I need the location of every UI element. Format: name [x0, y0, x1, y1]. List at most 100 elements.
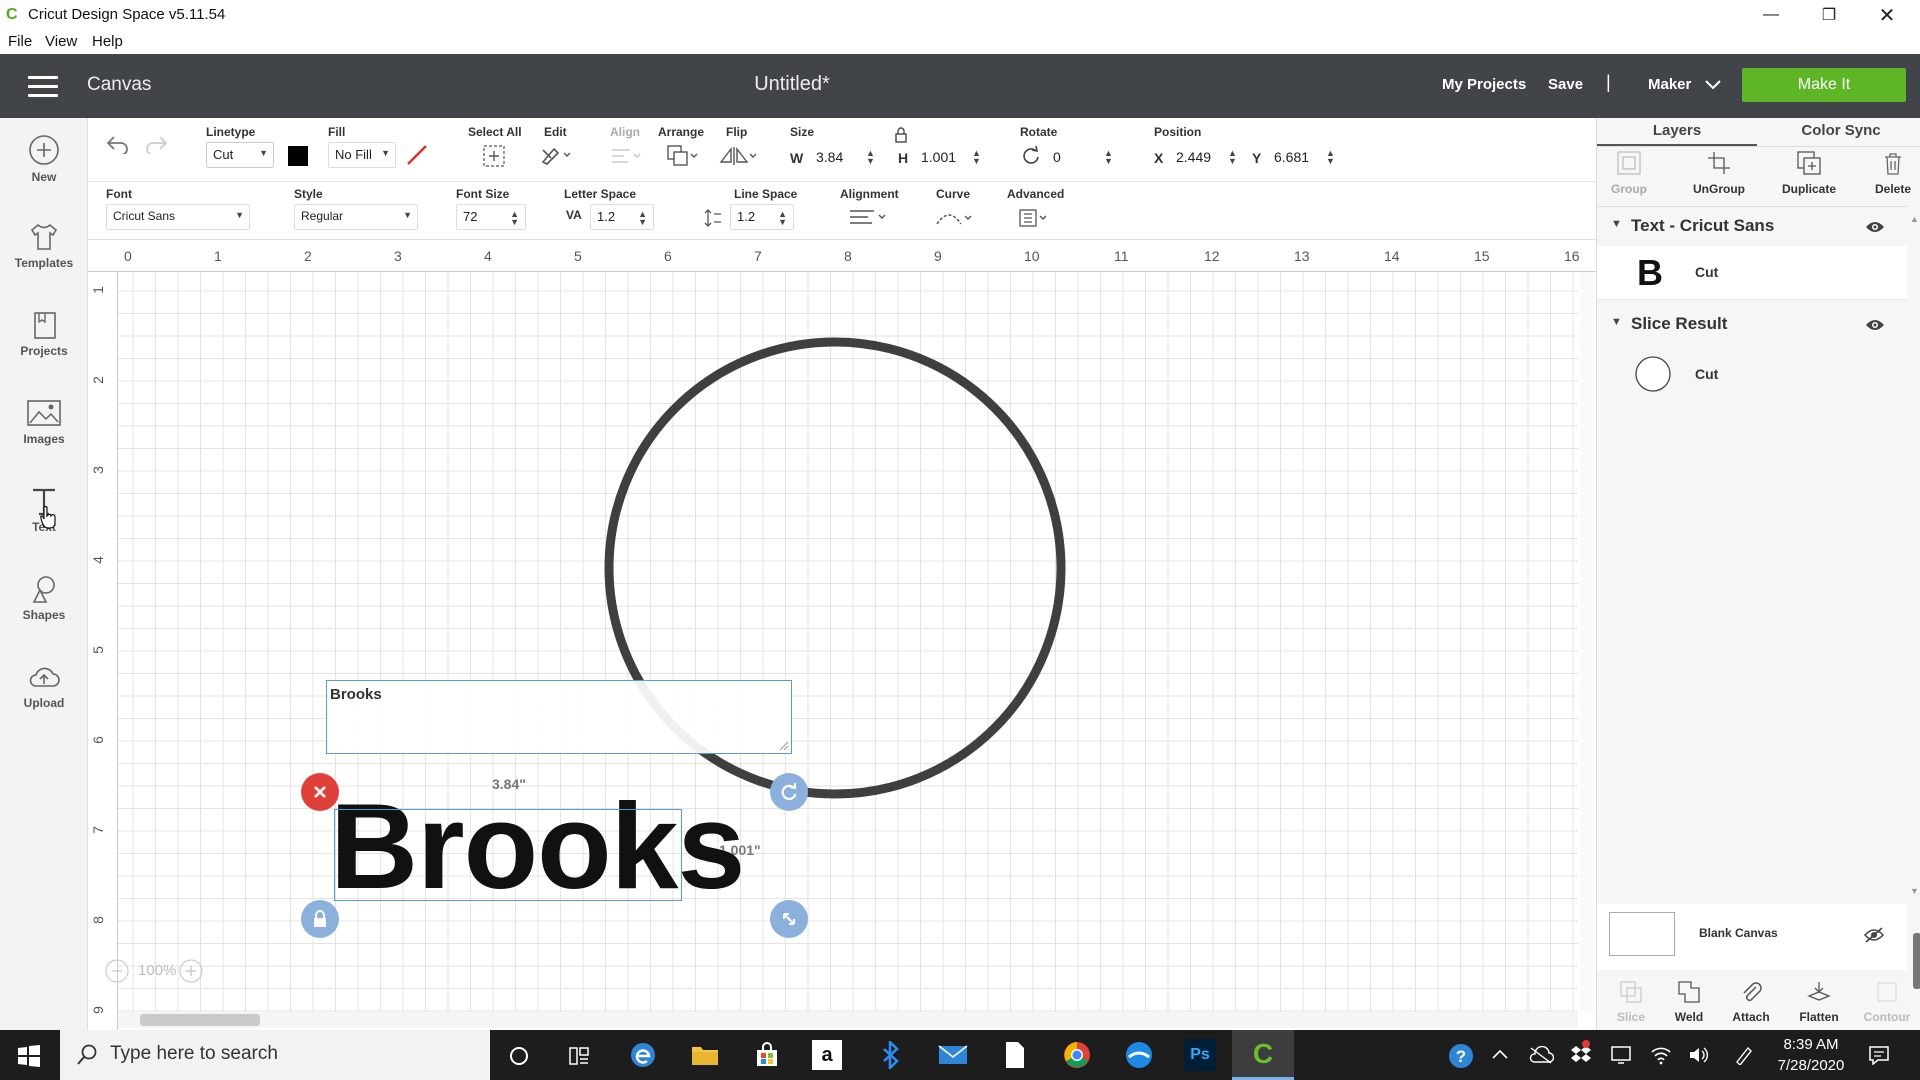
display-icon[interactable] — [1610, 1045, 1632, 1065]
save-link[interactable]: Save — [1548, 76, 1583, 93]
tab-layers[interactable]: Layers — [1597, 118, 1757, 146]
make-it-button[interactable]: Make It — [1742, 68, 1906, 102]
redo-icon[interactable] — [144, 134, 168, 154]
mail-icon[interactable] — [936, 1038, 970, 1072]
design-canvas[interactable]: 0 1 2 3 4 5 6 7 8 9 10 11 12 13 14 15 16 123456789 Brook… — [88, 240, 1596, 1030]
width-input[interactable]: 3.84 — [816, 149, 843, 165]
letter-space-input[interactable]: 1.2 ▲ ▼ — [590, 204, 654, 230]
cricut-taskbar-icon[interactable]: C — [1232, 1030, 1294, 1080]
horizontal-scrollbar[interactable] — [118, 1012, 1578, 1028]
photoshop-icon[interactable]: Ps — [1184, 1039, 1216, 1071]
wifi-icon[interactable] — [1650, 1045, 1672, 1065]
restore-button[interactable]: ❐ — [1800, 0, 1858, 30]
linetype-select[interactable]: Cut ▼ — [206, 142, 274, 168]
group-button[interactable]: Group — [1589, 150, 1669, 196]
windows-start-icon[interactable] — [18, 1045, 40, 1067]
layer-item-slice[interactable]: Cut — [1597, 348, 1907, 402]
resize-handle[interactable] — [770, 900, 808, 938]
contour-button[interactable]: Contour — [1853, 980, 1920, 1024]
sidebar-item-images[interactable]: Images — [0, 384, 88, 464]
ungroup-button[interactable]: UnGroup — [1679, 150, 1759, 196]
layer-item-text[interactable]: B Cut — [1597, 246, 1907, 300]
caret-down-icon[interactable]: ▼ — [1611, 316, 1622, 328]
duplicate-button[interactable]: Duplicate — [1769, 150, 1849, 196]
x-position-input[interactable]: 2.449 — [1176, 149, 1211, 165]
font-select[interactable]: Cricut Sans ▼ — [106, 204, 250, 230]
text-align-icon[interactable] — [848, 208, 890, 228]
flatten-button[interactable]: Flatten — [1785, 980, 1853, 1024]
y-position-stepper[interactable]: ▲ ▼ — [1326, 149, 1335, 166]
menu-file[interactable]: File — [8, 33, 32, 50]
height-stepper[interactable]: ▲ ▼ — [972, 149, 981, 166]
flip-icon[interactable] — [718, 144, 758, 168]
file-explorer-icon[interactable] — [688, 1038, 722, 1072]
chevron-down-icon[interactable] — [1705, 80, 1721, 90]
rotate-handle[interactable] — [770, 773, 808, 811]
sidebar-item-upload[interactable]: Upload — [0, 648, 88, 728]
undo-icon[interactable] — [106, 134, 130, 154]
height-input[interactable]: 1.001 — [921, 149, 956, 165]
chevron-up-icon[interactable] — [1492, 1048, 1508, 1060]
y-position-input[interactable]: 6.681 — [1274, 149, 1309, 165]
blank-canvas-swatch[interactable] — [1609, 912, 1675, 956]
vertical-scrollbar[interactable] — [1580, 272, 1594, 1012]
cortana-icon[interactable] — [508, 1045, 530, 1067]
style-select[interactable]: Regular ▼ — [294, 204, 418, 230]
lock-ratio-icon[interactable] — [894, 127, 908, 143]
sidebar-item-templates[interactable]: Templates — [0, 208, 88, 288]
eye-icon[interactable] — [1865, 318, 1885, 332]
rotate-input[interactable]: 0 — [1053, 149, 1061, 165]
attach-button[interactable]: Attach — [1717, 980, 1785, 1024]
weld-button[interactable]: Weld — [1655, 980, 1723, 1024]
layers-scrollbar[interactable]: ▲ ▼ — [1907, 214, 1920, 1014]
edge-icon[interactable] — [626, 1038, 660, 1072]
task-view-icon[interactable] — [568, 1045, 590, 1067]
sidebar-item-new[interactable]: New — [0, 120, 88, 200]
system-clock[interactable]: 8:39 AM 7/28/2020 — [1766, 1034, 1856, 1076]
eye-icon[interactable] — [1865, 220, 1885, 234]
bluetooth-app-icon[interactable] — [874, 1038, 908, 1072]
tab-color-sync[interactable]: Color Sync — [1761, 118, 1920, 146]
menu-help[interactable]: Help — [92, 33, 123, 50]
zoom-in-icon[interactable] — [178, 958, 204, 984]
advanced-icon[interactable] — [1018, 208, 1054, 228]
machine-select[interactable]: Maker — [1648, 76, 1691, 93]
no-fill-swatch-icon[interactable] — [406, 144, 428, 166]
layer-group-slice[interactable]: ▼ Slice Result — [1597, 306, 1907, 346]
resize-grip-icon[interactable] — [779, 741, 789, 751]
store-icon[interactable] — [750, 1038, 784, 1072]
volume-icon[interactable] — [1688, 1045, 1710, 1065]
zoom-out-icon[interactable] — [104, 958, 130, 984]
align-icon[interactable] — [610, 146, 644, 166]
text-edit-value[interactable]: Brooks — [330, 686, 382, 703]
delete-button[interactable]: Delete — [1853, 150, 1920, 196]
pen-icon[interactable] — [1734, 1045, 1754, 1065]
help-icon[interactable]: ? — [1448, 1043, 1474, 1069]
thunderbird-icon[interactable] — [1122, 1038, 1156, 1072]
line-space-input[interactable]: 1.2 ▲ ▼ — [730, 204, 794, 230]
rotate-stepper[interactable]: ▲ ▼ — [1104, 149, 1113, 166]
edit-icon[interactable] — [540, 144, 574, 166]
sidebar-item-shapes[interactable]: Shapes — [0, 560, 88, 640]
close-window-button[interactable]: ✕ — [1858, 0, 1916, 30]
scrollbar-thumb[interactable] — [140, 1014, 260, 1026]
layer-group-text[interactable]: ▼ Text - Cricut Sans — [1597, 210, 1907, 250]
linetype-color-swatch[interactable] — [288, 146, 308, 166]
select-all-icon[interactable] — [482, 144, 506, 168]
eye-off-icon[interactable] — [1863, 926, 1885, 944]
dropbox-icon[interactable] — [1570, 1045, 1592, 1065]
curve-icon[interactable] — [934, 208, 974, 228]
text-edit-box[interactable]: Brooks — [326, 680, 792, 754]
arrange-icon[interactable] — [666, 144, 700, 168]
font-size-input[interactable]: 72 ▲ ▼ — [456, 204, 526, 230]
fill-select[interactable]: No Fill ▼ — [328, 142, 396, 168]
sidebar-item-projects[interactable]: Projects — [0, 296, 88, 376]
blank-canvas-row[interactable]: Blank Canvas — [1597, 904, 1907, 970]
cloud-icon[interactable] — [1528, 1046, 1554, 1064]
taskbar-search-box[interactable]: Type here to search — [60, 1030, 490, 1080]
action-center-icon[interactable] — [1868, 1045, 1890, 1065]
notepad-icon[interactable] — [998, 1038, 1032, 1072]
minimize-button[interactable]: — — [1742, 0, 1800, 30]
my-projects-link[interactable]: My Projects — [1442, 76, 1526, 93]
width-stepper[interactable]: ▲ ▼ — [866, 149, 875, 166]
